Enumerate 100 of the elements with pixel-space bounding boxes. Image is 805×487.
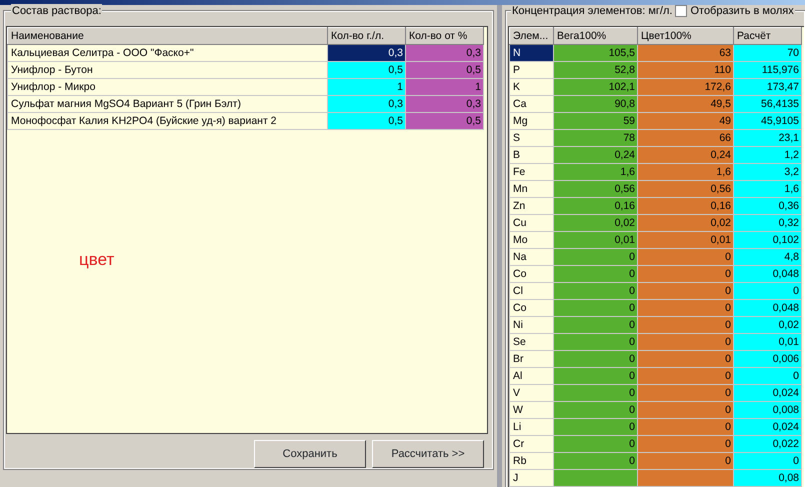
table-cell: Fe (510, 164, 554, 180)
note-text: цвет (79, 249, 114, 271)
table-cell: V (510, 384, 554, 402)
table-cell: 0 (734, 368, 802, 384)
table-cell: 0 (638, 316, 734, 334)
table-cell: 0 (638, 452, 734, 470)
table-cell: Al (510, 368, 554, 384)
table-cell: Rb (510, 452, 554, 470)
table-cell: 0,32 (734, 214, 802, 232)
table-cell: 78 (554, 130, 638, 146)
table-cell: Co (510, 300, 554, 316)
table-cell: Сульфат магния MgSO4 Вариант 5 (Грин Бэлт) (8, 96, 328, 112)
checkbox[interactable] (675, 5, 688, 17)
table-cell: Mn (510, 180, 554, 198)
table-cell: Li (510, 418, 554, 436)
table-cell: 0,08 (734, 470, 802, 486)
table-cell: 52,8 (554, 62, 638, 78)
table-cell: 3,2 (734, 164, 802, 180)
table-cell: 0,022 (734, 436, 802, 452)
column-header[interactable]: Наименование (8, 28, 328, 44)
table-cell: 0,56 (554, 180, 638, 198)
table-cell: 102,1 (554, 78, 638, 96)
table-cell: W (510, 402, 554, 418)
table-cell: 0,3 (406, 44, 484, 62)
table-cell: Cl (510, 282, 554, 300)
button[interactable]: Сохранить (254, 440, 366, 468)
table-cell: 0 (638, 368, 734, 384)
table-cell: 0 (554, 316, 638, 334)
table-cell: 0 (554, 248, 638, 266)
table-cell: 0 (638, 248, 734, 266)
table-cell: 0 (554, 282, 638, 300)
table-cell: 0,16 (554, 198, 638, 214)
column-header[interactable]: Расчёт (734, 28, 802, 44)
table-cell: Унифлор - Микро (8, 78, 328, 96)
table-cell: 59 (554, 112, 638, 130)
table-cell: 0,24 (638, 146, 734, 164)
table-cell: 0,3 (406, 96, 484, 112)
table-cell: 49 (638, 112, 734, 130)
table-cell: 0,3 (328, 96, 406, 112)
table-cell: 0,048 (734, 266, 802, 282)
table-cell: Ni (510, 316, 554, 334)
table-cell: Mo (510, 232, 554, 248)
table-cell: 70 (734, 44, 802, 62)
table-cell: 1 (328, 78, 406, 96)
table-cell: 0,16 (638, 198, 734, 214)
table-cell: 49,5 (638, 96, 734, 112)
table-cell: 0 (638, 418, 734, 436)
table-cell: 23,1 (734, 130, 802, 146)
table-cell: 66 (638, 130, 734, 146)
table-cell: Br (510, 350, 554, 368)
table-cell: 0,008 (734, 402, 802, 418)
table-cell: 90,8 (554, 96, 638, 112)
column-header[interactable]: Элем... (510, 28, 554, 44)
table-cell: 0,01 (734, 334, 802, 350)
table-cell: Cu (510, 214, 554, 232)
table-cell: Se (510, 334, 554, 350)
table-cell: 4,8 (734, 248, 802, 266)
table-cell: B (510, 146, 554, 164)
table-cell: Монофосфат Калия KH2PO4 (Буйские уд-я) вариант 2 (8, 112, 328, 130)
column-header[interactable]: Кол-во от % (406, 28, 484, 44)
table-cell: 1,2 (734, 146, 802, 164)
table-cell: 172,6 (638, 78, 734, 96)
table-cell: 0,006 (734, 350, 802, 368)
table-cell: Zn (510, 198, 554, 214)
table-cell: 0 (638, 282, 734, 300)
table-cell: 0 (554, 452, 638, 470)
table-cell: 56,4135 (734, 96, 802, 112)
table-cell: Na (510, 248, 554, 266)
button[interactable]: Рассчитать >> (372, 440, 484, 468)
table-cell: Co (510, 266, 554, 282)
table-cell: 1,6 (638, 164, 734, 180)
column-header[interactable]: Цвет100% (638, 28, 734, 44)
table-cell: 115,976 (734, 62, 802, 78)
table-cell: 0,01 (554, 232, 638, 248)
table-cell: 1,6 (554, 164, 638, 180)
table-cell: 0,5 (328, 62, 406, 78)
table-cell: S (510, 130, 554, 146)
table-cell: 0,02 (734, 316, 802, 334)
table-cell: 0 (638, 300, 734, 316)
table-cell: Mg (510, 112, 554, 130)
table-cell: 0,102 (734, 232, 802, 248)
column-header[interactable]: Кол-во г./л. (328, 28, 406, 44)
table-cell: 0 (554, 266, 638, 282)
table-cell: 0,02 (638, 214, 734, 232)
table-cell: 0 (554, 350, 638, 368)
table-cell: 0,048 (734, 300, 802, 316)
table-cell[interactable]: N (510, 44, 554, 62)
table-cell: P (510, 62, 554, 78)
table-cell: 0 (554, 384, 638, 402)
table-cell: 0 (734, 452, 802, 470)
table-cell: 0,5 (406, 112, 484, 130)
table-cell: 1 (406, 78, 484, 96)
table-cell: 105,5 (554, 44, 638, 62)
table-cell: 0,36 (734, 198, 802, 214)
table-cell[interactable]: 0,3 (328, 44, 406, 62)
table-cell: 173,47 (734, 78, 802, 96)
table-cell: 45,9105 (734, 112, 802, 130)
table-cell: 0 (554, 436, 638, 452)
checkbox-label[interactable]: Отобразить в молях (690, 5, 794, 18)
column-header[interactable]: Вега100% (554, 28, 638, 44)
